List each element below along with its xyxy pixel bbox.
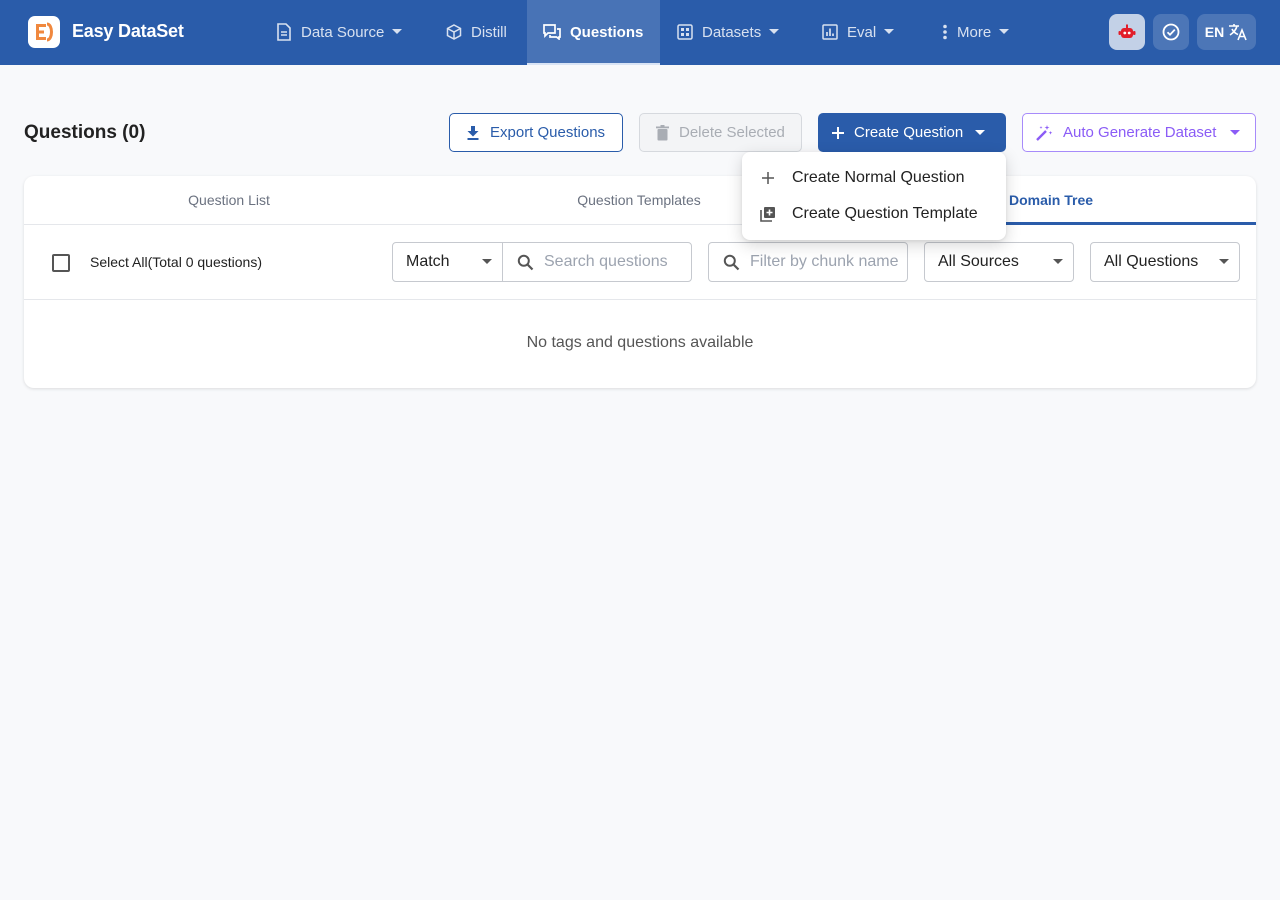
task-status-button[interactable] bbox=[1153, 14, 1189, 50]
chevron-down-icon bbox=[1230, 129, 1241, 135]
menu-item-create-normal-question[interactable]: Create Normal Question bbox=[742, 160, 1006, 196]
auto-generate-dataset-label: Auto Generate Dataset bbox=[1063, 124, 1217, 141]
plus-icon bbox=[762, 172, 774, 184]
nav-distill-label: Distill bbox=[471, 23, 507, 41]
filter-bar: Select All(Total 0 questions) Match All … bbox=[24, 225, 1256, 300]
plus-icon bbox=[832, 126, 844, 139]
tab-question-list[interactable]: Question List bbox=[24, 176, 434, 224]
export-questions-label: Export Questions bbox=[490, 124, 606, 141]
status-filter-value: All Questions bbox=[1104, 253, 1199, 270]
chevron-down-icon bbox=[482, 259, 492, 264]
empty-state-message: No tags and questions available bbox=[526, 334, 754, 351]
nav-more-label: More bbox=[957, 23, 992, 41]
app-name: Easy DataSet bbox=[72, 21, 184, 41]
status-filter-select[interactable]: All Questions bbox=[1090, 242, 1240, 282]
search-icon bbox=[517, 254, 534, 270]
match-mode-select[interactable]: Match bbox=[392, 242, 503, 282]
robot-icon bbox=[1118, 24, 1136, 38]
app-logo bbox=[28, 16, 60, 48]
more-vertical-icon bbox=[943, 24, 947, 40]
page-title: Questions (0) bbox=[24, 122, 146, 143]
language-label: EN bbox=[1204, 24, 1225, 40]
select-all-label: Select All(Total 0 questions) bbox=[90, 254, 262, 270]
create-question-label: Create Question bbox=[854, 124, 964, 141]
nav-data-source[interactable]: Data Source bbox=[260, 0, 418, 64]
source-filter-value: All Sources bbox=[938, 253, 1019, 270]
menu-item-label: Create Normal Question bbox=[792, 169, 965, 186]
search-questions-field[interactable] bbox=[502, 242, 692, 282]
nav-data-source-label: Data Source bbox=[301, 23, 385, 41]
select-all-checkbox[interactable] bbox=[52, 254, 70, 272]
nav-eval-label: Eval bbox=[847, 23, 877, 41]
chevron-down-icon bbox=[769, 29, 780, 34]
create-question-menu: Create Normal Question Create Question T… bbox=[742, 152, 1006, 240]
delete-selected-button[interactable]: Delete Selected bbox=[639, 113, 802, 152]
nav-datasets-label: Datasets bbox=[702, 23, 762, 41]
bar-chart-icon bbox=[822, 24, 838, 40]
chevron-down-icon bbox=[999, 29, 1010, 34]
chunk-filter-field[interactable] bbox=[708, 242, 908, 282]
library-add-icon bbox=[760, 207, 775, 222]
language-switch-button[interactable]: EN bbox=[1197, 14, 1256, 50]
source-filter-select[interactable]: All Sources bbox=[924, 242, 1074, 282]
chevron-down-icon bbox=[1053, 259, 1063, 264]
nav-questions-label: Questions bbox=[570, 23, 644, 41]
create-question-button[interactable]: Create Question bbox=[818, 113, 1006, 152]
grid-icon bbox=[677, 24, 693, 40]
document-icon bbox=[277, 23, 291, 41]
nav-questions[interactable]: Questions bbox=[527, 0, 660, 65]
magic-wand-icon bbox=[1036, 124, 1053, 141]
chevron-down-icon bbox=[392, 29, 403, 34]
menu-item-create-question-template[interactable]: Create Question Template bbox=[742, 196, 1006, 232]
top-app-bar: Easy DataSet Data Source Distill Questio… bbox=[0, 0, 1280, 65]
menu-item-label: Create Question Template bbox=[792, 205, 978, 222]
nav-datasets[interactable]: Datasets bbox=[661, 0, 795, 64]
chunk-filter-input[interactable] bbox=[750, 253, 907, 271]
download-icon bbox=[467, 125, 479, 140]
delete-selected-label: Delete Selected bbox=[679, 124, 785, 141]
model-selector-button[interactable] bbox=[1109, 14, 1145, 50]
chevron-down-icon bbox=[1219, 259, 1229, 264]
search-icon bbox=[723, 254, 740, 270]
chevron-down-icon[interactable] bbox=[975, 129, 986, 136]
view-tabs: Question List Question Templates Domain … bbox=[24, 176, 1256, 225]
check-circle-icon bbox=[1162, 23, 1180, 41]
cube-icon bbox=[446, 24, 462, 40]
export-questions-button[interactable]: Export Questions bbox=[449, 113, 623, 152]
nav-eval[interactable]: Eval bbox=[806, 0, 910, 64]
questions-card: Question List Question Templates Domain … bbox=[24, 176, 1256, 388]
auto-generate-dataset-button[interactable]: Auto Generate Dataset bbox=[1022, 113, 1256, 152]
match-mode-value: Match bbox=[406, 253, 450, 270]
chat-icon bbox=[543, 24, 561, 40]
nav-distill[interactable]: Distill bbox=[430, 0, 523, 64]
chevron-down-icon bbox=[884, 29, 895, 34]
nav-more[interactable]: More bbox=[926, 0, 1025, 64]
search-questions-input[interactable] bbox=[544, 253, 691, 271]
trash-icon bbox=[656, 124, 669, 140]
translate-icon bbox=[1229, 24, 1247, 41]
